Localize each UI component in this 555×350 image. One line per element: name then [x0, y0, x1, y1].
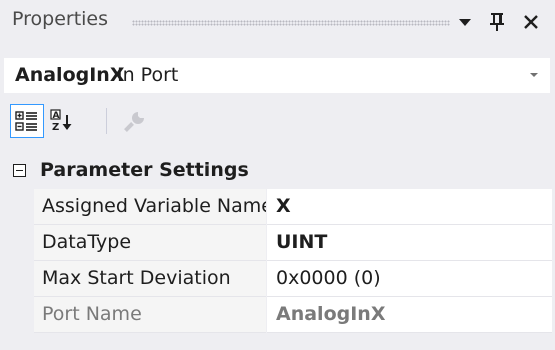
property-name: Port Name [42, 303, 142, 325]
property-value-cell[interactable]: X [267, 189, 552, 225]
properties-toolbar: A Z [0, 96, 555, 154]
categorized-button[interactable] [10, 104, 44, 138]
property-value-cell[interactable]: AnalogInX [267, 297, 552, 333]
property-name: Assigned Variable Name [42, 195, 266, 217]
property-row-port-name[interactable]: Port Name AnalogInX [0, 297, 555, 333]
object-selector-dropdown[interactable]: AnalogInX In Port [3, 57, 551, 94]
auto-hide-pin-button[interactable] [484, 8, 510, 36]
title-grip [132, 20, 450, 26]
property-name: Max Start Deviation [42, 267, 231, 289]
object-type: In Port [117, 64, 179, 86]
panel-titlebar[interactable]: Properties [0, 0, 555, 44]
property-pages-button[interactable] [118, 104, 152, 138]
property-value-cell[interactable]: UINT [267, 225, 552, 261]
toolbar-separator [106, 108, 107, 134]
property-name-cell[interactable]: Assigned Variable Name [34, 189, 266, 225]
property-row-max-start-deviation[interactable]: Max Start Deviation 0x0000 (0) [0, 261, 555, 297]
category-row[interactable]: Parameter Settings [0, 154, 555, 189]
wrench-icon [124, 112, 144, 132]
property-value: X [276, 195, 291, 217]
property-value-cell[interactable]: 0x0000 (0) [267, 261, 552, 297]
property-name: DataType [42, 231, 132, 253]
collapse-icon[interactable] [13, 164, 26, 177]
property-value: UINT [276, 231, 328, 253]
alphabetical-button[interactable]: A Z [46, 104, 80, 138]
property-row-datatype[interactable]: DataType UINT [0, 225, 555, 261]
property-name-cell[interactable]: Max Start Deviation [34, 261, 266, 297]
dropdown-arrow-icon [459, 19, 471, 26]
property-name-cell[interactable]: Port Name [34, 297, 266, 333]
close-icon [524, 15, 538, 29]
svg-text:A: A [53, 111, 60, 121]
chevron-down-icon [530, 73, 538, 77]
pin-icon [490, 13, 504, 31]
property-row-assigned-variable-name[interactable]: Assigned Variable Name X [0, 189, 555, 225]
property-name-cell[interactable]: DataType [34, 225, 266, 261]
property-value: 0x0000 (0) [276, 267, 381, 289]
close-button[interactable] [518, 8, 544, 36]
alphabetical-sort-icon: A Z [50, 109, 72, 133]
window-position-button[interactable] [452, 8, 478, 36]
property-value: AnalogInX [276, 303, 386, 325]
categorized-icon [15, 111, 37, 131]
panel-title: Properties [12, 8, 109, 30]
object-name: AnalogInX [15, 64, 125, 86]
category-label: Parameter Settings [40, 159, 249, 181]
svg-text:Z: Z [52, 122, 59, 133]
property-grid: Parameter Settings Assigned Variable Nam… [0, 154, 555, 333]
